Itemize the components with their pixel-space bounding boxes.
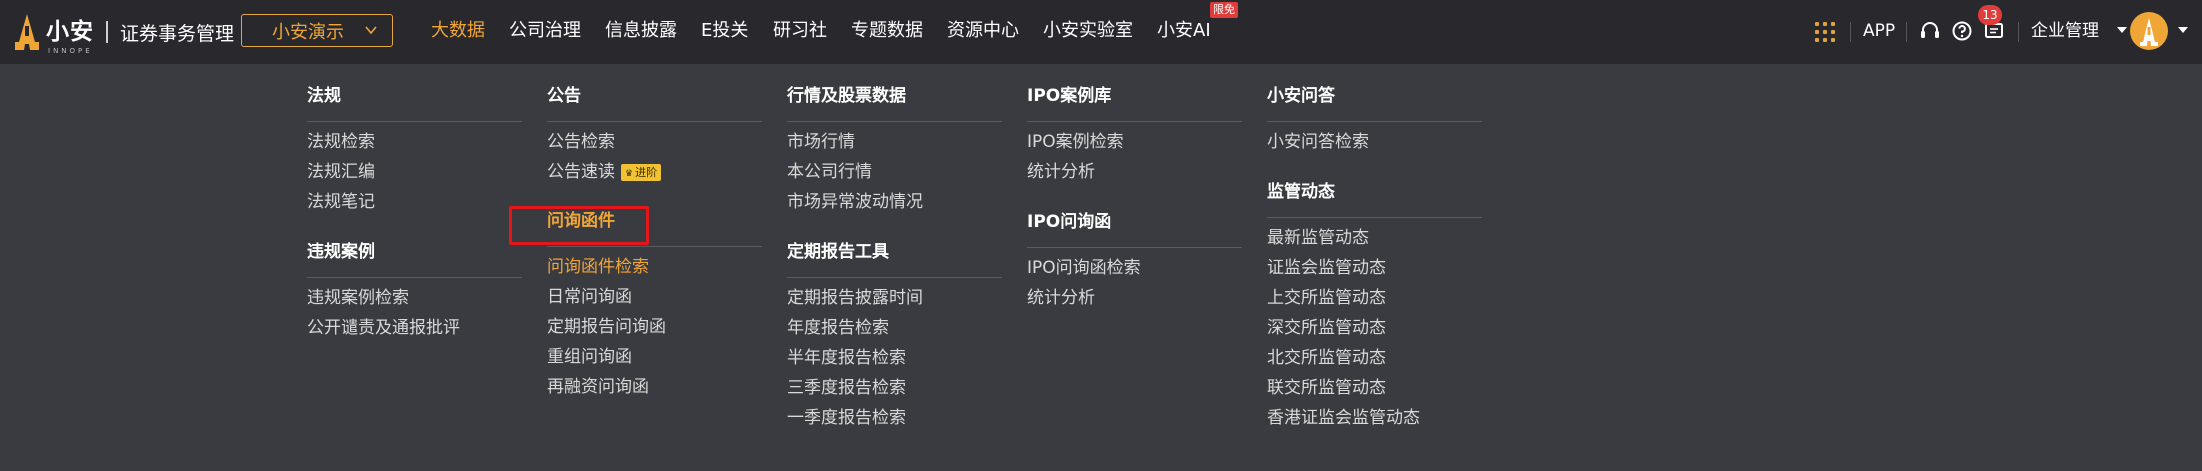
- nav-lab[interactable]: 小安实验室: [1043, 17, 1133, 45]
- section-divider: [1267, 217, 1482, 218]
- chevron-down-icon: [365, 26, 377, 35]
- section-divider: [307, 277, 522, 278]
- logo[interactable]: 小安 INNOPE 证券事务管理: [14, 12, 235, 55]
- headset-icon[interactable]: [1919, 20, 1941, 42]
- caret-down-icon: [2117, 27, 2127, 33]
- menu-link[interactable]: 定期报告问询函: [547, 315, 666, 339]
- menu-link[interactable]: 市场异常波动情况: [787, 190, 923, 214]
- advanced-tag-label: 进阶: [635, 165, 658, 179]
- logo-mark-icon: [15, 14, 39, 50]
- section-divider: [547, 121, 762, 122]
- section-divider: [307, 121, 522, 122]
- apps-grid-icon[interactable]: [1815, 22, 1835, 42]
- menu-link[interactable]: 最新监管动态: [1267, 226, 1369, 250]
- menu-link[interactable]: 本公司行情: [787, 160, 872, 184]
- section-title-violation-cases[interactable]: 违规案例: [307, 240, 522, 264]
- section-title-qa[interactable]: 小安问答: [1267, 84, 1482, 108]
- menu-link[interactable]: 公告检索: [547, 130, 615, 154]
- nav-disclosure[interactable]: 信息披露: [605, 17, 677, 45]
- toolbar-divider: [1906, 22, 1907, 42]
- menu-link[interactable]: 联交所监管动态: [1267, 376, 1386, 400]
- section-divider: [787, 277, 1002, 278]
- message-count-badge: 13: [1978, 5, 2002, 25]
- menu-link-label: 公告速读: [547, 162, 615, 182]
- section-divider: [1027, 247, 1242, 248]
- section-divider: [1267, 121, 1482, 122]
- highlight-box: [509, 206, 649, 245]
- menu-link[interactable]: 半年度报告检索: [787, 346, 906, 370]
- section-title-regulations[interactable]: 法规: [307, 84, 522, 108]
- mega-menu: 法规 法规检索 法规汇编 法规笔记 违规案例 违规案例检索 公开谴责及通报批评 …: [0, 64, 2202, 471]
- help-icon[interactable]: [1951, 20, 1973, 42]
- section-title-market-data[interactable]: 行情及股票数据: [787, 84, 1002, 108]
- menu-link[interactable]: 公开谴责及通报批评: [307, 316, 460, 340]
- brand-name: 小安: [46, 19, 94, 45]
- menu-link[interactable]: 证监会监管动态: [1267, 256, 1386, 280]
- menu-link[interactable]: 违规案例检索: [307, 286, 409, 310]
- menu-link[interactable]: 小安问答检索: [1267, 130, 1369, 154]
- brand-subtitle: INNOPE: [48, 47, 93, 55]
- menu-link[interactable]: 上交所监管动态: [1267, 286, 1386, 310]
- menu-link[interactable]: 法规汇编: [307, 160, 375, 184]
- nav-study-club[interactable]: 研习社: [773, 17, 827, 45]
- menu-link[interactable]: 再融资问询函: [547, 375, 649, 399]
- organization-select-value: 小安演示: [272, 21, 344, 43]
- menu-link[interactable]: 市场行情: [787, 130, 855, 154]
- menu-link[interactable]: 北交所监管动态: [1267, 346, 1386, 370]
- section-title-announcements[interactable]: 公告: [547, 84, 762, 108]
- crown-icon: ♛: [625, 168, 634, 179]
- menu-link[interactable]: 香港证监会监管动态: [1267, 406, 1420, 430]
- menu-link[interactable]: 年度报告检索: [787, 316, 889, 340]
- section-divider: [547, 246, 762, 247]
- menu-link[interactable]: 三季度报告检索: [787, 376, 906, 400]
- menu-link[interactable]: 日常问询函: [547, 285, 632, 309]
- avatar[interactable]: [2130, 12, 2168, 50]
- menu-link[interactable]: 统计分析: [1027, 160, 1095, 184]
- app-link[interactable]: APP: [1863, 18, 1895, 44]
- section-title-ipo-inquiry[interactable]: IPO问询函: [1027, 210, 1242, 234]
- menu-link[interactable]: 重组问询函: [547, 345, 632, 369]
- logo-divider: [106, 21, 108, 43]
- toolbar-divider: [2018, 22, 2019, 42]
- enterprise-menu[interactable]: 企业管理: [2031, 18, 2099, 44]
- menu-link[interactable]: 法规笔记: [307, 190, 375, 214]
- menu-link[interactable]: 一季度报告检索: [787, 406, 906, 430]
- section-divider: [787, 121, 1002, 122]
- nav-ai[interactable]: 小安AI: [1157, 17, 1211, 45]
- toolbar-divider: [1850, 22, 1851, 42]
- top-navbar: 小安 INNOPE 证券事务管理 小安演示 大数据 公司治理 信息披露 E投关 …: [0, 0, 2202, 64]
- menu-link-active[interactable]: 问询函件检索: [547, 255, 649, 279]
- menu-link[interactable]: IPO问询函检索: [1027, 256, 1141, 280]
- section-divider: [1027, 121, 1242, 122]
- menu-link-quick-read[interactable]: 公告速读 ♛ 进阶: [547, 160, 662, 184]
- organization-select[interactable]: 小安演示: [241, 14, 393, 47]
- nav-corporate-governance[interactable]: 公司治理: [509, 17, 581, 45]
- menu-link[interactable]: IPO案例检索: [1027, 130, 1124, 154]
- avatar-icon: [2140, 18, 2158, 46]
- advanced-tag: ♛ 进阶: [621, 163, 662, 181]
- menu-link[interactable]: 法规检索: [307, 130, 375, 154]
- nav-e-investor-relations[interactable]: E投关: [701, 17, 748, 45]
- section-title-regulatory-news[interactable]: 监管动态: [1267, 180, 1482, 204]
- nav-big-data[interactable]: 大数据: [431, 17, 485, 45]
- caret-down-icon: [2178, 27, 2188, 33]
- section-title-periodic-report-tools[interactable]: 定期报告工具: [787, 240, 1002, 264]
- nav-topic-data[interactable]: 专题数据: [851, 17, 923, 45]
- system-title: 证券事务管理: [120, 22, 235, 45]
- menu-link[interactable]: 深交所监管动态: [1267, 316, 1386, 340]
- free-badge: 限免: [1210, 2, 1238, 18]
- section-title-ipo-cases[interactable]: IPO案例库: [1027, 84, 1242, 108]
- menu-link[interactable]: 统计分析: [1027, 286, 1095, 310]
- menu-link[interactable]: 定期报告披露时间: [787, 286, 923, 310]
- nav-resource-center[interactable]: 资源中心: [947, 17, 1019, 45]
